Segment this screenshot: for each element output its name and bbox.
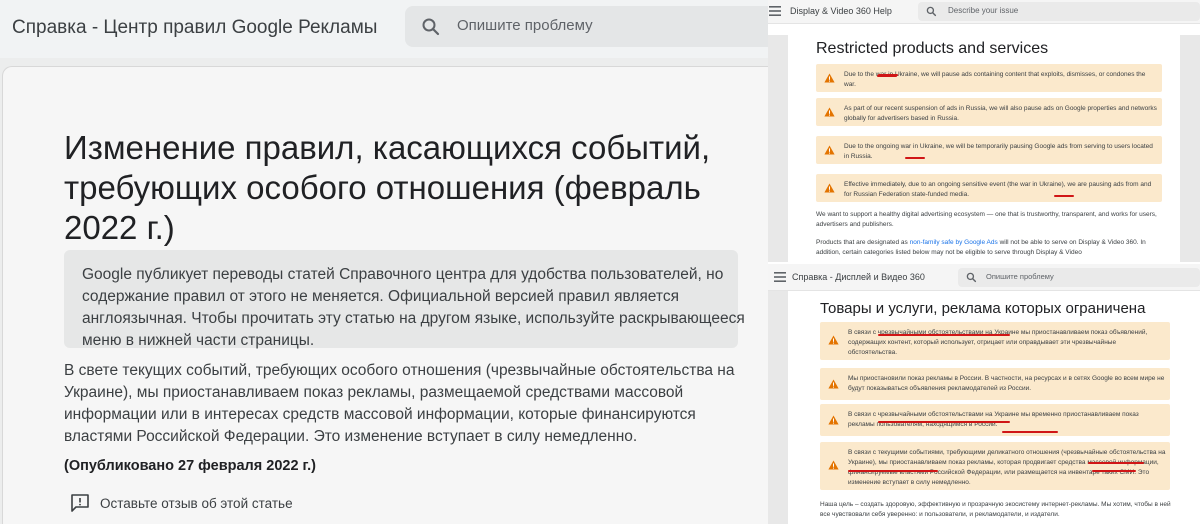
rt-heading: Restricted products and services [816, 40, 1049, 57]
rt-warning-1-text: Due to the war in Ukraine, we will pause… [844, 71, 1146, 88]
rt-left-gutter [768, 35, 788, 262]
left-search-placeholder[interactable]: Опишите проблему [457, 17, 593, 34]
search-icon[interactable] [926, 6, 937, 17]
rb-warning-1: В связи с чрезвычайными обстоятельствами… [820, 322, 1170, 360]
left-article-body: В свете текущих событий, требующих особо… [64, 362, 735, 445]
rb-warning-2-text: Мы приостановили показ рекламы в России.… [848, 375, 1165, 392]
composite-screenshot: Справка - Центр правил Google Рекламы Оп… [0, 0, 1200, 524]
left-translation-note: Google публикует переводы статей Справоч… [64, 250, 745, 349]
rt-warning-2-text: As part of our recent suspension of ads … [844, 105, 1157, 122]
rt-warning-4: Effective immediately, due to an ongoing… [816, 174, 1162, 202]
rb-warning-4-text: В связи с текущими событиями, требующими… [848, 449, 1166, 486]
left-published-date: (Опубликовано 27 февраля 2022 г.) [64, 458, 316, 474]
left-article-title: Изменение правил, касающихся событий, тр… [64, 129, 711, 246]
rt-paragraph-1: We want to support a healthy digital adv… [816, 211, 1157, 228]
rb-warning-1-text: В связи с чрезвычайными обстоятельствами… [848, 329, 1148, 356]
menu-icon[interactable] [774, 272, 786, 282]
warning-icon [824, 107, 835, 117]
search-icon[interactable] [421, 17, 441, 37]
warning-icon [828, 335, 839, 345]
rb-paragraph-1: Наша цель – создать здоровую, эффективну… [820, 501, 1171, 518]
red-underline-war-2 [905, 157, 925, 159]
warning-icon [828, 379, 839, 389]
rb-warning-3: В связи с чрезвычайными обстоятельствами… [820, 404, 1170, 436]
red-underline-rb-6 [1092, 470, 1136, 472]
warning-icon [828, 460, 839, 470]
rt-warning-1: Due to the war in Ukraine, we will pause… [816, 64, 1162, 92]
rt-search-placeholder[interactable]: Describe your issue [948, 6, 1018, 15]
rb-header: Справка - Дисплей и Видео 360 Опишите пр… [768, 264, 1200, 291]
rb-heading: Товары и услуги, реклама которых огранич… [820, 300, 1146, 317]
rb-header-title[interactable]: Справка - Дисплей и Видео 360 [792, 272, 925, 282]
left-header: Справка - Центр правил Google Рекламы Оп… [0, 0, 768, 58]
rt-warning-2: As part of our recent suspension of ads … [816, 98, 1162, 126]
search-icon[interactable] [966, 272, 977, 283]
rb-search-placeholder[interactable]: Опишите проблему [986, 272, 1054, 281]
rt-warning-4-text: Effective immediately, due to an ongoing… [844, 181, 1152, 198]
rt-search-box[interactable]: Describe your issue [918, 2, 1200, 21]
red-underline-rb-3 [1002, 431, 1058, 433]
left-feedback-text[interactable]: Оставьте отзыв об этой статье [100, 496, 293, 511]
right-bottom-help-page: Справка - Дисплей и Видео 360 Опишите пр… [768, 264, 1200, 524]
red-underline-rb-2 [878, 421, 1010, 423]
rt-header-title[interactable]: Display & Video 360 Help [790, 6, 892, 16]
left-help-page: Справка - Центр правил Google Рекламы Оп… [0, 0, 768, 524]
red-underline-rb-4 [1088, 462, 1144, 464]
rt-warning-3: Due to the ongoing war in Ukraine, we wi… [816, 136, 1162, 164]
right-top-help-page: Display & Video 360 Help Describe your i… [768, 0, 1200, 262]
left-search-box[interactable]: Опишите проблему [405, 6, 768, 47]
feedback-icon[interactable] [70, 494, 90, 512]
rt-right-gutter [1180, 35, 1200, 262]
warning-icon [824, 73, 835, 83]
rb-left-gutter [768, 291, 788, 524]
rb-search-box[interactable]: Опишите проблему [958, 268, 1200, 287]
left-header-title[interactable]: Справка - Центр правил Google Рекламы [12, 17, 377, 39]
red-underline-war-1 [877, 75, 897, 77]
left-translation-note-text: Google публикует переводы статей Справоч… [82, 266, 745, 349]
rt-paragraph-2: Products that are designated as non-fami… [816, 238, 1166, 258]
rt-header: Display & Video 360 Help Describe your i… [768, 0, 1200, 24]
red-underline-war-3 [1054, 195, 1074, 197]
rb-warning-4: В связи с текущими событиями, требующими… [820, 442, 1170, 490]
warning-icon [824, 183, 835, 193]
rt-paragraph-2-start: Products that are designated as [816, 239, 910, 246]
rt-warning-3-text: Due to the ongoing war in Ukraine, we wi… [844, 143, 1153, 160]
warning-icon [828, 415, 839, 425]
red-underline-rb-1 [878, 334, 1010, 336]
red-underline-rb-5 [848, 470, 938, 472]
rb-warning-2: Мы приостановили показ рекламы в России.… [820, 368, 1170, 400]
rt-non-family-safe-link[interactable]: non-family safe by Google Ads [910, 239, 998, 246]
rb-warning-3-text: В связи с чрезвычайными обстоятельствами… [848, 411, 1139, 428]
warning-icon [824, 145, 835, 155]
menu-icon[interactable] [769, 6, 781, 16]
